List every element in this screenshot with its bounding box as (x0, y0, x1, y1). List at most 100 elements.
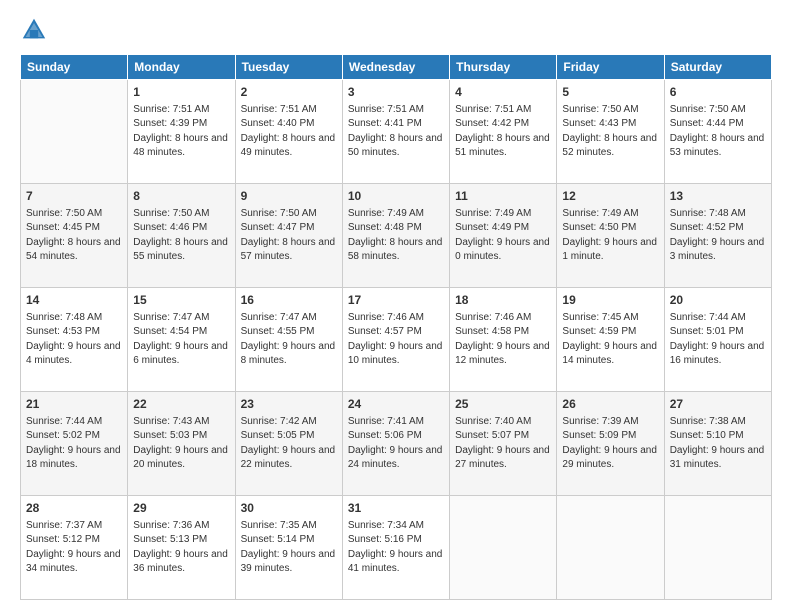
day-info: Sunrise: 7:46 AMSunset: 4:57 PMDaylight:… (348, 311, 444, 369)
calendar-cell: 2Sunrise: 7:51 AMSunset: 4:40 PMDaylight… (235, 80, 342, 184)
calendar-cell: 14 Sunrise: 7:48 AMSunset: 4:53 PMDayligh… (21, 288, 128, 392)
day-number: 19 (562, 292, 658, 309)
day-header-monday: Monday (128, 55, 235, 80)
calendar-week-3: 14 Sunrise: 7:48 AMSunset: 4:53 PMDayligh… (21, 288, 772, 392)
calendar-cell (21, 80, 128, 184)
calendar-cell: 11 Sunrise: 7:49 AMSunset: 4:49 PMDayligh… (450, 184, 557, 288)
day-number: 18 (455, 292, 551, 309)
day-info: Sunrise: 7:50 AMSunset: 4:47 PMDaylight:… (241, 207, 337, 265)
day-number: 31 (348, 500, 444, 517)
day-number: 13 (670, 188, 766, 205)
day-info: Sunrise: 7:50 AMSunset: 4:46 PMDaylight:… (133, 207, 229, 265)
calendar-week-1: 1 Sunrise: 7:51 AMSunset: 4:39 PMDaylight… (21, 80, 772, 184)
day-number: 29 (133, 500, 229, 517)
day-number: 5 (562, 84, 658, 101)
calendar-cell: 16 Sunrise: 7:47 AMSunset: 4:55 PMDayligh… (235, 288, 342, 392)
calendar-week-2: 7Sunrise: 7:50 AMSunset: 4:45 PMDaylight… (21, 184, 772, 288)
logo (20, 16, 54, 44)
day-number: 3 (348, 84, 444, 101)
day-info: Sunrise: 7:50 AMSunset: 4:45 PMDaylight:… (26, 207, 122, 265)
day-header-tuesday: Tuesday (235, 55, 342, 80)
day-info: Sunrise: 7:51 AMSunset: 4:41 PMDaylight:… (348, 103, 444, 161)
calendar-cell: 25Sunrise: 7:40 AMSunset: 5:07 PMDayligh… (450, 392, 557, 496)
day-info: Sunrise: 7:47 AMSunset: 4:55 PMDaylight:… (241, 311, 337, 369)
calendar-cell: 19 Sunrise: 7:45 AMSunset: 4:59 PMDayligh… (557, 288, 664, 392)
calendar-cell: 12Sunrise: 7:49 AMSunset: 4:50 PMDayligh… (557, 184, 664, 288)
day-info: Sunrise: 7:48 AMSunset: 4:53 PMDaylight:… (26, 311, 122, 369)
day-info: Sunrise: 7:41 AMSunset: 5:06 PMDaylight:… (348, 415, 444, 473)
day-number: 6 (670, 84, 766, 101)
calendar-cell: 5 Sunrise: 7:50 AMSunset: 4:43 PMDaylight… (557, 80, 664, 184)
day-info: Sunrise: 7:36 AMSunset: 5:13 PMDaylight:… (133, 519, 229, 577)
day-number: 14 (26, 292, 122, 309)
calendar-week-4: 21 Sunrise: 7:44 AMSunset: 5:02 PMDayligh… (21, 392, 772, 496)
day-header-sunday: Sunday (21, 55, 128, 80)
calendar-cell: 4Sunrise: 7:51 AMSunset: 4:42 PMDaylight… (450, 80, 557, 184)
day-number: 28 (26, 500, 122, 517)
logo-icon (20, 16, 48, 44)
day-number: 30 (241, 500, 337, 517)
day-number: 1 (133, 84, 229, 101)
day-number: 26 (562, 396, 658, 413)
calendar-cell (557, 496, 664, 600)
calendar-cell: 20Sunrise: 7:44 AMSunset: 5:01 PMDayligh… (664, 288, 771, 392)
day-info: Sunrise: 7:38 AMSunset: 5:10 PMDaylight:… (670, 415, 766, 473)
day-info: Sunrise: 7:48 AMSunset: 4:52 PMDaylight:… (670, 207, 766, 265)
calendar-cell: 9 Sunrise: 7:50 AMSunset: 4:47 PMDaylight… (235, 184, 342, 288)
day-number: 22 (133, 396, 229, 413)
calendar-cell: 6 Sunrise: 7:50 AMSunset: 4:44 PMDaylight… (664, 80, 771, 184)
calendar-cell: 7Sunrise: 7:50 AMSunset: 4:45 PMDaylight… (21, 184, 128, 288)
calendar-cell: 22 Sunrise: 7:43 AMSunset: 5:03 PMDayligh… (128, 392, 235, 496)
calendar-cell: 18 Sunrise: 7:46 AMSunset: 4:58 PMDayligh… (450, 288, 557, 392)
calendar-cell: 31Sunrise: 7:34 AMSunset: 5:16 PMDayligh… (342, 496, 449, 600)
day-info: Sunrise: 7:44 AMSunset: 5:02 PMDaylight:… (26, 415, 122, 473)
calendar-week-5: 28Sunrise: 7:37 AMSunset: 5:12 PMDayligh… (21, 496, 772, 600)
day-header-friday: Friday (557, 55, 664, 80)
day-number: 8 (133, 188, 229, 205)
calendar-cell: 23 Sunrise: 7:42 AMSunset: 5:05 PMDayligh… (235, 392, 342, 496)
calendar-table: SundayMondayTuesdayWednesdayThursdayFrid… (20, 54, 772, 600)
day-info: Sunrise: 7:42 AMSunset: 5:05 PMDaylight:… (241, 415, 337, 473)
calendar-cell: 27Sunrise: 7:38 AMSunset: 5:10 PMDayligh… (664, 392, 771, 496)
calendar-cell: 17 Sunrise: 7:46 AMSunset: 4:57 PMDayligh… (342, 288, 449, 392)
day-info: Sunrise: 7:49 AMSunset: 4:50 PMDaylight:… (562, 207, 658, 265)
day-number: 11 (455, 188, 551, 205)
day-info: Sunrise: 7:45 AMSunset: 4:59 PMDaylight:… (562, 311, 658, 369)
page: SundayMondayTuesdayWednesdayThursdayFrid… (0, 0, 792, 612)
day-info: Sunrise: 7:51 AMSunset: 4:39 PMDaylight:… (133, 103, 229, 161)
calendar-cell: 26Sunrise: 7:39 AMSunset: 5:09 PMDayligh… (557, 392, 664, 496)
calendar-cell: 24 Sunrise: 7:41 AMSunset: 5:06 PMDayligh… (342, 392, 449, 496)
calendar-cell: 1 Sunrise: 7:51 AMSunset: 4:39 PMDaylight… (128, 80, 235, 184)
day-number: 10 (348, 188, 444, 205)
day-info: Sunrise: 7:47 AMSunset: 4:54 PMDaylight:… (133, 311, 229, 369)
calendar-cell: 30 Sunrise: 7:35 AMSunset: 5:14 PMDayligh… (235, 496, 342, 600)
calendar-cell: 13 Sunrise: 7:48 AMSunset: 4:52 PMDayligh… (664, 184, 771, 288)
calendar-cell: 29 Sunrise: 7:36 AMSunset: 5:13 PMDayligh… (128, 496, 235, 600)
day-number: 17 (348, 292, 444, 309)
day-number: 15 (133, 292, 229, 309)
calendar-header-row: SundayMondayTuesdayWednesdayThursdayFrid… (21, 55, 772, 80)
calendar-cell: 28Sunrise: 7:37 AMSunset: 5:12 PMDayligh… (21, 496, 128, 600)
calendar-cell: 8 Sunrise: 7:50 AMSunset: 4:46 PMDaylight… (128, 184, 235, 288)
calendar-cell (664, 496, 771, 600)
header (20, 16, 772, 44)
calendar-cell: 15 Sunrise: 7:47 AMSunset: 4:54 PMDayligh… (128, 288, 235, 392)
day-info: Sunrise: 7:50 AMSunset: 4:44 PMDaylight:… (670, 103, 766, 161)
calendar-cell: 10Sunrise: 7:49 AMSunset: 4:48 PMDayligh… (342, 184, 449, 288)
day-number: 20 (670, 292, 766, 309)
day-info: Sunrise: 7:46 AMSunset: 4:58 PMDaylight:… (455, 311, 551, 369)
day-info: Sunrise: 7:35 AMSunset: 5:14 PMDaylight:… (241, 519, 337, 577)
day-info: Sunrise: 7:49 AMSunset: 4:49 PMDaylight:… (455, 207, 551, 265)
day-info: Sunrise: 7:43 AMSunset: 5:03 PMDaylight:… (133, 415, 229, 473)
day-header-thursday: Thursday (450, 55, 557, 80)
day-number: 21 (26, 396, 122, 413)
day-number: 24 (348, 396, 444, 413)
calendar-cell (450, 496, 557, 600)
day-number: 23 (241, 396, 337, 413)
day-info: Sunrise: 7:50 AMSunset: 4:43 PMDaylight:… (562, 103, 658, 161)
calendar-cell: 21 Sunrise: 7:44 AMSunset: 5:02 PMDayligh… (21, 392, 128, 496)
day-number: 25 (455, 396, 551, 413)
day-number: 9 (241, 188, 337, 205)
day-number: 16 (241, 292, 337, 309)
calendar-cell: 3 Sunrise: 7:51 AMSunset: 4:41 PMDaylight… (342, 80, 449, 184)
